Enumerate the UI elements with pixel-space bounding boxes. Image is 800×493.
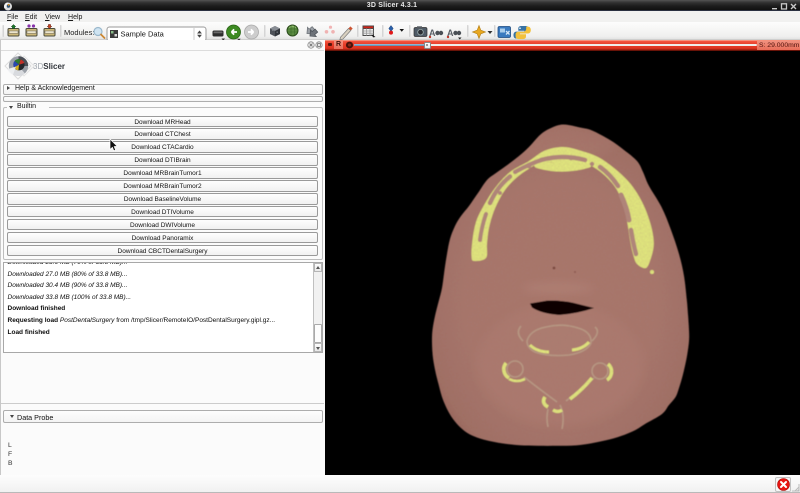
svg-text:Sample Data: Sample Data <box>121 30 165 39</box>
svg-text:Modules:: Modules: <box>64 28 94 37</box>
